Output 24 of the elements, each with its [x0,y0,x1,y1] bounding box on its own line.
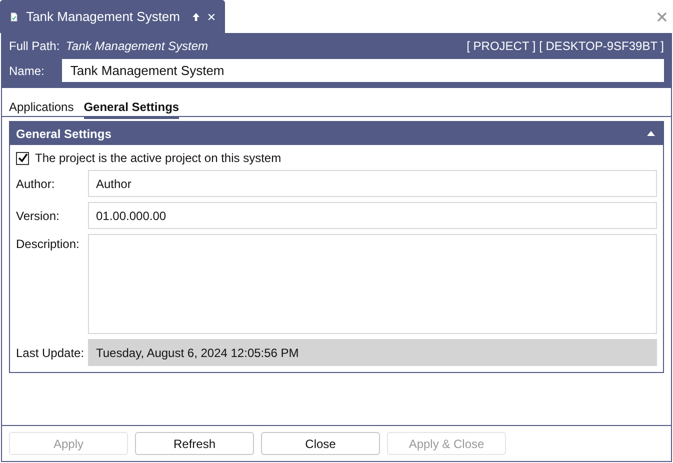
document-tab[interactable]: Tank Management System [0,0,225,33]
readonly-field: Tuesday, August 6, 2024 12:05:56 PM [88,339,657,366]
close-icon[interactable] [657,12,667,22]
text-field[interactable]: 01.00.000.00 [88,202,657,229]
full-path-label: Full Path: [9,39,60,53]
action-button[interactable]: Refresh [135,432,254,455]
collapse-icon[interactable] [647,131,655,136]
panel-title: General Settings [16,126,112,140]
project-context: [ PROJECT ] [ DESKTOP-9SF39BT ] [466,39,664,53]
field-label: Last Update: [16,346,86,360]
tab[interactable]: Applications [9,100,74,119]
field-label: Author: [16,176,56,190]
description-field[interactable] [88,234,657,334]
tab[interactable]: General Settings [84,100,180,119]
document-tab-title: Tank Management System [26,9,180,24]
full-path-value: Tank Management System [66,39,209,53]
active-checkbox[interactable] [16,152,29,164]
checkbox-label: The project is the active project on this system [35,151,282,165]
text-field[interactable]: Author [88,170,657,197]
field-label: Description: [16,236,80,251]
action-button[interactable]: Close [261,432,380,455]
field-label: Version: [16,208,60,222]
name-label: Name: [9,64,44,78]
name-field[interactable]: Tank Management System [62,59,664,82]
